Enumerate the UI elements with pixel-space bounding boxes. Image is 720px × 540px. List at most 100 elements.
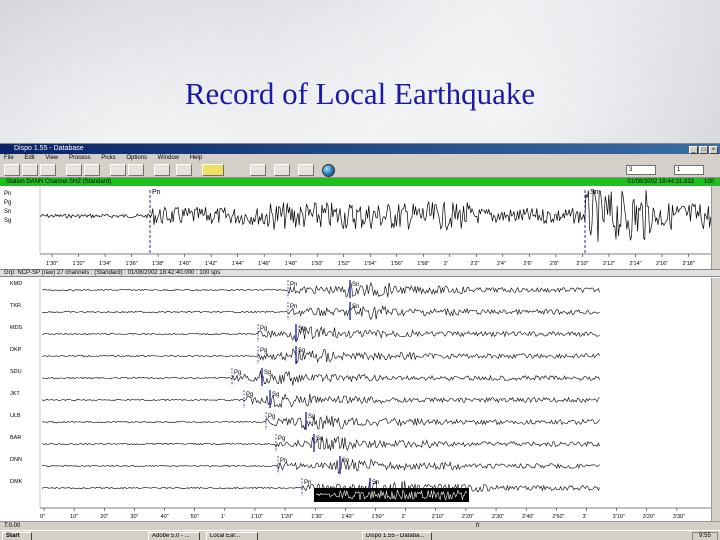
group-tick-label: 3'30": [673, 514, 685, 520]
group-waveform-panel[interactable]: KMD Pn Sn TKR Pn Sn MDS Pg Sg DKP Pg Sg SDU Pg Sg JKT Pg…: [0, 278, 711, 521]
channel-label: ULB: [10, 413, 21, 419]
pick-label-s: Sg: [308, 414, 315, 420]
pick-label-p: Pn: [304, 480, 311, 486]
group-tick-label: 2'40": [522, 514, 534, 520]
menu-help[interactable]: Help: [190, 155, 202, 161]
slide-title: Record of Local Earthquake: [184, 76, 536, 111]
station-label: Station DANN Channel SHZ (Standard): [6, 179, 112, 185]
station-tick-label: 1'32": [73, 261, 85, 267]
globe-icon[interactable]: [322, 164, 335, 177]
toolbar-print-button[interactable]: [40, 164, 56, 176]
toolbar-align-button[interactable]: [128, 164, 144, 176]
station-scrollbar[interactable]: [711, 186, 720, 269]
group-scrollbar[interactable]: [711, 278, 720, 521]
pick-label-s: Sg: [316, 436, 323, 442]
station-tick-label: 1'44": [232, 261, 244, 267]
menu-window[interactable]: Window: [158, 155, 179, 161]
station-tick-label: 1'54": [364, 261, 376, 267]
menu-process[interactable]: Process: [69, 155, 91, 161]
channel-label: TKR: [10, 303, 21, 309]
group-tick-label: 50": [191, 514, 199, 520]
pick-label-p: Pg: [278, 436, 285, 442]
pick-label-s: Sn: [342, 458, 349, 464]
station-count: 100: [703, 179, 714, 185]
status-left: T:0.00: [4, 523, 21, 529]
menubar: File Edit View Process Picks Options Win…: [0, 154, 720, 162]
tray-clock: 9:55: [692, 532, 718, 540]
station-tick-label: 2'6": [523, 261, 532, 267]
toolbar-location-button[interactable]: [298, 164, 314, 176]
station-side-label: Pn: [4, 191, 11, 197]
group-header-bar: Grp: NCP-SP (raw) 27 channels : (Standar…: [0, 269, 720, 277]
toolbar-active-tool-button[interactable]: [202, 164, 224, 176]
station-tick-label: 1'30": [46, 261, 58, 267]
window-titlebar: Dispo 1.55 - Database _ □ ×: [0, 144, 720, 154]
group-tick-label: 2'10": [432, 514, 444, 520]
application-window: Dispo 1.55 - Database _ □ × File Edit View…: [0, 143, 720, 540]
toolbar-input-1[interactable]: 3: [626, 165, 656, 175]
pick-label-p: Pn: [280, 458, 287, 464]
group-tick-label: 40": [161, 514, 169, 520]
taskbar: Start Adobe 5.0 - ... Local Ear... Dispo…: [0, 530, 720, 540]
pick-label-p: Pg: [260, 348, 267, 354]
toolbar-scale-button[interactable]: [110, 164, 126, 176]
toolbar-open-button[interactable]: [4, 164, 20, 176]
group-tick-label: 1'40": [341, 514, 353, 520]
task-local-earthquake[interactable]: Local Ear...: [206, 532, 258, 540]
group-tick-label: 1'20": [281, 514, 293, 520]
task-adobe[interactable]: Adobe 5.0 - ...: [148, 532, 200, 540]
start-button[interactable]: Start: [2, 532, 32, 540]
station-tick-label: 1'46": [258, 261, 270, 267]
group-tick-label: 2'50": [552, 514, 564, 520]
menu-options[interactable]: Options: [126, 155, 147, 161]
pick-label-s: Sn: [352, 304, 359, 310]
toolbar-filter-button[interactable]: [84, 164, 100, 176]
menu-picks[interactable]: Picks: [101, 155, 115, 161]
station-tick-label: 1'40": [179, 261, 191, 267]
group-tick-label: 1'30": [311, 514, 323, 520]
station-tick-label: 2'16": [656, 261, 668, 267]
toolbar-spectrum-button[interactable]: [274, 164, 290, 176]
close-button[interactable]: ×: [709, 146, 718, 154]
channel-label: KMD: [10, 281, 22, 287]
group-tick-label: 3'20": [643, 514, 655, 520]
pick-label-p: Pn: [290, 282, 297, 288]
channel-label: MDS: [10, 325, 23, 331]
group-tick-label: 2': [402, 514, 406, 520]
group-tick-label: 3'10": [613, 514, 625, 520]
group-tick-label: 2'30": [492, 514, 504, 520]
station-tick-label: 2'4": [497, 261, 506, 267]
channel-label: BAR: [10, 435, 21, 441]
minimize-button[interactable]: _: [689, 146, 698, 154]
pick-label-p: Pg: [234, 370, 241, 376]
toolbar-save-button[interactable]: [22, 164, 38, 176]
menu-edit[interactable]: Edit: [24, 155, 34, 161]
station-tick-label: 2'10": [576, 261, 588, 267]
group-label: Grp: NCP-SP (raw) 27 channels : (Standar…: [4, 270, 221, 276]
group-tick-label: 1': [221, 514, 225, 520]
pick-label-s: Sg: [264, 370, 271, 376]
group-tick-label: 3': [582, 514, 586, 520]
menu-file[interactable]: File: [4, 155, 14, 161]
station-tick-label: 1'58": [417, 261, 429, 267]
station-header-bar: Station DANN Channel SHZ (Standard) 01/0…: [0, 178, 720, 186]
station-tick-label: 1'36": [126, 261, 138, 267]
station-tick-label: 2'2": [470, 261, 479, 267]
station-tick-label: 1'42": [205, 261, 217, 267]
toolbar-mode-button[interactable]: [176, 164, 192, 176]
station-waveform-panel[interactable]: Pn Pg Sn Sg Pn Sn 1'30" 1'32" 1'34" 1'36" 1'38"…: [0, 186, 711, 269]
toolbar-pick-button[interactable]: [154, 164, 170, 176]
menu-view[interactable]: View: [45, 155, 58, 161]
station-pick-label-sn: Sn: [590, 189, 599, 196]
task-dispo[interactable]: Dispo 1.55 - Databa...: [362, 532, 432, 540]
station-tick-label: 2'12": [603, 261, 615, 267]
toolbar-zoom-button[interactable]: [66, 164, 82, 176]
maximize-button[interactable]: □: [699, 146, 708, 154]
toolbar-wave-button[interactable]: [250, 164, 266, 176]
station-tick-label: 2': [444, 261, 448, 267]
station-side-label: Sg: [4, 218, 11, 224]
station-side-label: Pg: [4, 200, 11, 206]
station-side-label: Sn: [4, 209, 11, 215]
group-tick-label: 0": [40, 514, 45, 520]
toolbar-input-2[interactable]: 1: [674, 165, 704, 175]
